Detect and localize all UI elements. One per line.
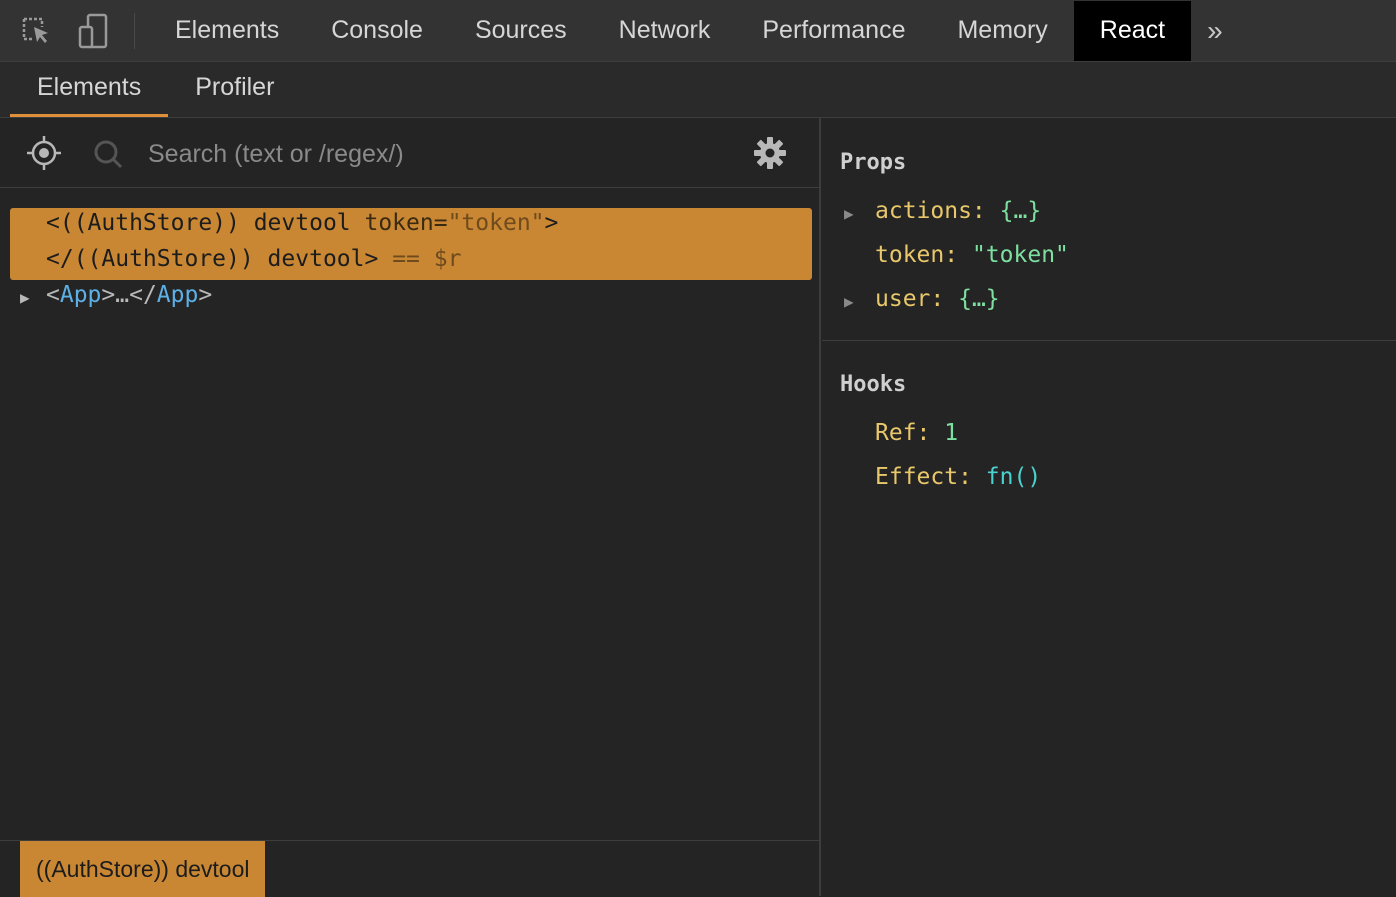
react-subtabs: Elements Profiler bbox=[0, 62, 1396, 118]
component-open-tag: <((AuthStore)) devtool bbox=[46, 210, 351, 236]
tab-console[interactable]: Console bbox=[305, 1, 449, 61]
prop-actions[interactable]: actions: {…} bbox=[875, 198, 1041, 224]
gear-icon[interactable] bbox=[752, 135, 788, 176]
hook-value: fn() bbox=[985, 464, 1042, 490]
prop-key: actions: bbox=[875, 198, 986, 224]
expand-app-icon[interactable]: ▶ bbox=[20, 288, 30, 307]
tab-network[interactable]: Network bbox=[593, 1, 737, 61]
attr-value: "token" bbox=[447, 210, 545, 236]
app-close-name: App bbox=[156, 282, 199, 308]
prop-key: token: bbox=[875, 242, 959, 268]
tab-react[interactable]: React bbox=[1073, 0, 1192, 61]
hook-ref[interactable]: Ref: 1 bbox=[875, 420, 958, 446]
hooks-title: Hooks bbox=[840, 372, 907, 397]
expand-user-icon[interactable]: ▶ bbox=[844, 292, 854, 311]
app-lt: < bbox=[46, 282, 60, 308]
hook-value: 1 bbox=[944, 420, 959, 446]
prop-key: user: bbox=[875, 286, 945, 312]
component-close-tag: </((AuthStore)) devtool> bbox=[46, 246, 379, 272]
section-divider bbox=[822, 340, 1396, 341]
open-tag-end: > bbox=[544, 210, 559, 236]
tab-sources[interactable]: Sources bbox=[449, 1, 593, 61]
tab-performance[interactable]: Performance bbox=[736, 1, 931, 61]
prop-value: {…} bbox=[999, 198, 1042, 224]
subtab-profiler[interactable]: Profiler bbox=[168, 61, 301, 117]
more-tabs-icon[interactable]: » bbox=[1207, 15, 1223, 47]
props-title: Props bbox=[840, 150, 907, 175]
tab-elements[interactable]: Elements bbox=[149, 1, 305, 61]
prop-value: "token" bbox=[971, 242, 1069, 268]
search-bar bbox=[0, 118, 819, 188]
prop-user[interactable]: user: {…} bbox=[875, 286, 1000, 312]
inspect-element-icon[interactable] bbox=[16, 11, 56, 51]
tree-line-app[interactable]: <App>…</App> bbox=[46, 282, 212, 308]
expand-actions-icon[interactable]: ▶ bbox=[844, 204, 854, 223]
component-tree-panel: <((AuthStore)) devtool token="token"> </… bbox=[0, 118, 821, 897]
attr-name: token= bbox=[350, 210, 448, 236]
target-icon[interactable] bbox=[26, 135, 62, 176]
hook-key: Ref: bbox=[875, 420, 931, 446]
inspector-panel: Props ▶ actions: {…} token: "token" ▶ us… bbox=[822, 118, 1396, 896]
breadcrumb-bar: ((AuthStore)) devtool bbox=[0, 840, 819, 897]
toolbar-separator bbox=[134, 12, 135, 49]
prop-token[interactable]: token: "token" bbox=[875, 242, 1069, 268]
subtab-elements[interactable]: Elements bbox=[10, 61, 169, 117]
hook-effect[interactable]: Effect: fn() bbox=[875, 464, 1041, 490]
breadcrumb-item[interactable]: ((AuthStore)) devtool bbox=[20, 841, 266, 897]
prop-value: {…} bbox=[958, 286, 1000, 312]
tree-line-open[interactable]: <((AuthStore)) devtool token="token"> bbox=[46, 210, 558, 236]
ref-indicator: == $r bbox=[378, 246, 462, 272]
search-input[interactable] bbox=[148, 134, 708, 174]
tab-memory[interactable]: Memory bbox=[931, 1, 1073, 61]
device-toolbar-icon[interactable] bbox=[74, 11, 114, 51]
devtools-toolbar: Elements Console Sources Network Perform… bbox=[0, 0, 1396, 62]
tree-line-close[interactable]: </((AuthStore)) devtool> == $r bbox=[46, 246, 461, 272]
app-gt: > bbox=[198, 282, 213, 308]
app-mid: >…</ bbox=[101, 282, 157, 308]
app-open-name: App bbox=[59, 282, 102, 308]
hook-key: Effect: bbox=[875, 464, 972, 490]
search-icon bbox=[92, 138, 124, 175]
